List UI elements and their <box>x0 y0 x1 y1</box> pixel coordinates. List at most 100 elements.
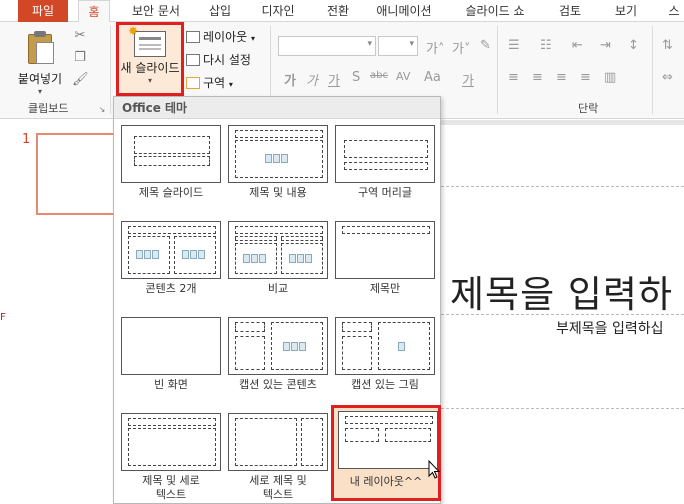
tab-secure-doc[interactable]: 보안 문서 <box>126 0 186 22</box>
cut-icon[interactable]: ✂ <box>72 28 88 44</box>
change-case-button[interactable]: Aa <box>424 70 441 85</box>
tab-insert[interactable]: 삽입 <box>200 0 240 22</box>
align-left-icon[interactable]: ≡ <box>508 70 519 85</box>
format-painter-icon[interactable]: 🖌 <box>72 72 89 88</box>
clipboard-group-label: 클립보드 <box>28 102 69 115</box>
layout-label: 빈 화면 <box>154 378 188 391</box>
layout-thumbnail <box>335 125 435 183</box>
layout-comparison[interactable]: 비교 <box>226 221 330 296</box>
content-icon <box>243 252 267 264</box>
layout-thumbnail <box>121 221 221 279</box>
layout-vertical-title-text[interactable]: 세로 제목 및 텍스트 <box>226 413 330 502</box>
underline-button[interactable]: 가 <box>328 70 340 89</box>
layout-thumbnail <box>338 411 438 469</box>
subtitle-placeholder[interactable]: 부제목을 입력하십 <box>556 318 664 338</box>
layout-button[interactable]: 레이아웃 ▾ <box>186 28 255 46</box>
align-right-icon[interactable]: ≡ <box>556 70 567 85</box>
layout-title-vertical-text[interactable]: 제목 및 세로 텍스트 <box>119 413 223 502</box>
reset-button[interactable]: 다시 설정 <box>186 51 251 69</box>
title-placeholder[interactable]: 제목을 입력하 <box>450 264 673 318</box>
paragraph-group-label: 단락 <box>578 102 599 115</box>
layout-thumbnail <box>228 413 328 471</box>
paste-label: 붙여넣기 <box>17 72 63 86</box>
chevron-down-icon: ▾ <box>37 87 42 96</box>
layout-label: 캡션 있는 그림 <box>351 378 419 391</box>
layout-blank[interactable]: 빈 화면 <box>119 317 223 392</box>
layout-label: 제목 슬라이드 <box>138 186 204 199</box>
strikethrough-button[interactable]: abc <box>370 70 388 81</box>
slide-thumbnail[interactable] <box>36 133 122 215</box>
tab-transitions[interactable]: 전환 <box>318 0 358 22</box>
layout-label: 내 레이아웃^^ <box>349 475 423 488</box>
layout-thumbnail <box>121 317 221 375</box>
font-color-button[interactable]: 가 <box>462 70 474 89</box>
picture-icon <box>398 340 422 352</box>
numbering-icon[interactable]: ☷ <box>540 38 552 53</box>
new-slide-icon: ✸ <box>128 25 166 57</box>
mouse-cursor-icon <box>428 460 440 479</box>
layout-thumbnail <box>335 317 435 375</box>
layout-content-caption[interactable]: 캡션 있는 콘텐츠 <box>226 317 330 392</box>
tab-review[interactable]: 검토 <box>552 0 588 22</box>
tab-more[interactable]: 스 <box>664 0 684 22</box>
layout-title-content[interactable]: 제목 및 내용 <box>226 125 330 200</box>
increase-indent-icon[interactable]: ⇥ <box>600 38 611 53</box>
layout-label: 콘텐츠 2개 <box>145 282 197 295</box>
layout-title-slide[interactable]: 제목 슬라이드 <box>119 125 223 200</box>
copy-icon[interactable]: ❐ <box>72 50 88 66</box>
font-size-select[interactable]: ▾ <box>378 36 418 56</box>
layout-label: 캡션 있는 콘텐츠 <box>239 378 317 391</box>
layout-my-layout[interactable]: 내 레이아웃^^ <box>331 405 441 501</box>
shrink-font-icon[interactable]: 가˅ <box>452 38 470 57</box>
tab-slideshow[interactable]: 슬라이드 쇼 <box>456 0 534 22</box>
align-center-icon[interactable]: ≡ <box>532 70 543 85</box>
section-icon <box>186 77 200 89</box>
bold-button[interactable]: 가 <box>284 70 296 89</box>
content-icon <box>136 248 160 260</box>
new-slide-label: 새 슬라이드 <box>120 61 180 75</box>
title-placeholder-border <box>441 186 684 187</box>
ribbon-tab-bar: 파일 홈 보안 문서 삽입 디자인 전환 애니메이션 슬라이드 쇼 검토 보기 … <box>0 0 684 23</box>
align-text-icon[interactable]: ⇔ <box>662 70 673 85</box>
layout-two-content[interactable]: 콘텐츠 2개 <box>119 221 223 296</box>
thumbnail-number: 1 <box>22 132 31 147</box>
content-icon <box>289 252 313 264</box>
line-spacing-icon[interactable]: ↕ <box>628 38 639 53</box>
tab-file[interactable]: 파일 <box>18 0 68 22</box>
layout-section-header[interactable]: 구역 머리글 <box>333 125 437 200</box>
layout-label: 제목 및 내용 <box>249 186 307 199</box>
paste-button[interactable]: 붙여넣기 ▾ <box>14 28 66 100</box>
clear-format-icon[interactable]: ✎ <box>480 38 491 53</box>
group-separator <box>110 26 111 114</box>
chevron-down-icon: ▾ <box>147 76 152 85</box>
char-spacing-button[interactable]: AV <box>396 70 410 83</box>
clipboard-icon <box>24 30 56 66</box>
layout-picture-caption[interactable]: 캡션 있는 그림 <box>333 317 437 392</box>
grow-font-icon[interactable]: 가˄ <box>426 38 444 57</box>
tab-view[interactable]: 보기 <box>608 0 644 22</box>
reset-icon <box>186 54 200 66</box>
layout-label: 제목 및 세로 텍스트 <box>142 474 200 501</box>
decrease-indent-icon[interactable]: ⇤ <box>572 38 583 53</box>
new-slide-button[interactable]: ✸ 새 슬라이드 ▾ <box>116 22 184 96</box>
bullets-icon[interactable]: ☰ <box>508 38 520 53</box>
font-name-select[interactable]: ▾ <box>278 36 376 56</box>
tab-home[interactable]: 홈 <box>78 0 110 23</box>
layout-title-only[interactable]: 제목만 <box>333 221 437 296</box>
dialog-launcher-icon[interactable]: ↘ <box>94 102 110 118</box>
shadow-button[interactable]: S <box>352 70 360 85</box>
justify-icon[interactable]: ≡ <box>580 70 591 85</box>
text-direction-icon[interactable]: ⇅ <box>662 38 673 53</box>
section-label: 구역 <box>203 76 226 90</box>
layout-label: 비교 <box>267 282 289 295</box>
tab-animations[interactable]: 애니메이션 <box>366 0 442 22</box>
group-separator <box>652 26 653 114</box>
content-icon <box>182 248 206 260</box>
layout-thumbnail <box>228 221 328 279</box>
layout-thumbnail <box>121 413 221 471</box>
section-button[interactable]: 구역 ▾ <box>186 74 233 92</box>
tab-design[interactable]: 디자인 <box>252 0 304 22</box>
italic-button[interactable]: 가 <box>306 70 318 89</box>
layout-label: 제목만 <box>369 282 401 295</box>
columns-icon[interactable]: ▥ <box>604 70 616 85</box>
